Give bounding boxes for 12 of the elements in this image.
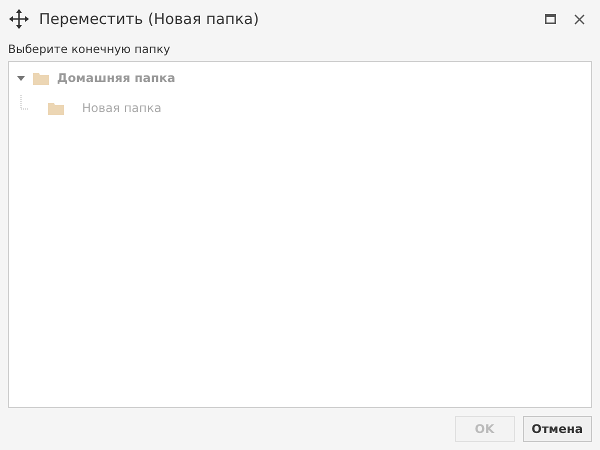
dialog-button[interactable]: Отмена: [522, 416, 592, 442]
caret-icon[interactable]: [17, 74, 25, 82]
maximize-icon[interactable]: [545, 14, 556, 24]
tree-item[interactable]: Домашняя папка: [57, 71, 176, 85]
window-title: Переместить (Новая папка): [39, 10, 259, 28]
tree-item[interactable]: Новая папка: [82, 101, 162, 115]
close-icon[interactable]: [574, 14, 585, 24]
folder-icon: [48, 102, 64, 114]
folder-icon: [33, 72, 49, 84]
tree-connector: [20, 95, 30, 111]
move-icon: [9, 9, 29, 29]
prompt-label: Выберите конечную папку: [7, 41, 172, 58]
